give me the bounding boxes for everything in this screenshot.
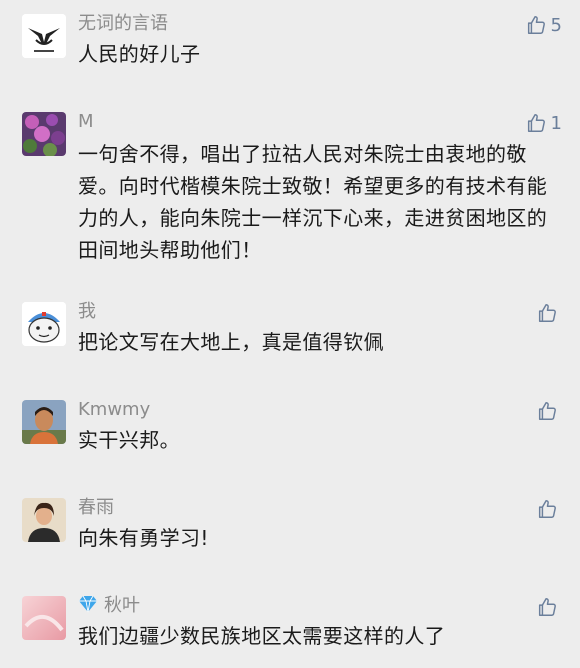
comment-text: 把论文写在大地上，真是值得钦佩 bbox=[78, 330, 384, 354]
like-button[interactable] bbox=[536, 594, 562, 620]
comment-text: 实干兴邦。 bbox=[78, 428, 180, 452]
thumbs-up-icon bbox=[538, 500, 556, 518]
commenter-name[interactable]: 我 bbox=[78, 300, 96, 324]
thumbs-up-icon bbox=[538, 598, 556, 616]
comment-text: 向朱有勇学习! bbox=[78, 526, 209, 550]
avatar[interactable] bbox=[22, 596, 66, 640]
diamond-icon bbox=[79, 595, 97, 613]
commenter-name[interactable]: 秋叶 bbox=[78, 594, 140, 618]
like-count: 1 bbox=[550, 112, 562, 134]
avatar[interactable] bbox=[22, 14, 66, 58]
avatar[interactable] bbox=[22, 400, 66, 444]
thumbs-up-icon bbox=[538, 402, 556, 420]
comment-text: 一句舍不得，唱出了拉祜人民对朱院士由衷地的敬爱。向时代楷模朱院士致敬！希望更多的… bbox=[78, 142, 548, 262]
thumbs-up-icon bbox=[527, 114, 545, 132]
commenter-name[interactable]: Kmwmy bbox=[78, 398, 150, 422]
like-button[interactable]: 1 bbox=[525, 110, 562, 136]
avatar[interactable] bbox=[22, 498, 66, 542]
avatar[interactable] bbox=[22, 112, 66, 156]
thumbs-up-icon bbox=[538, 304, 556, 322]
comment-text: 我们边疆少数民族地区太需要这样的人了 bbox=[78, 624, 446, 648]
commenter-name[interactable]: 无词的言语 bbox=[78, 12, 168, 36]
commenter-name-text: 秋叶 bbox=[104, 595, 140, 616]
like-button[interactable]: 5 bbox=[525, 12, 562, 38]
like-count: 5 bbox=[550, 14, 562, 36]
comment-text: 人民的好儿子 bbox=[78, 42, 201, 66]
like-button[interactable] bbox=[536, 398, 562, 424]
avatar[interactable] bbox=[22, 302, 66, 346]
commenter-name[interactable]: M bbox=[78, 110, 94, 134]
thumbs-up-icon bbox=[527, 16, 545, 34]
commenter-name[interactable]: 春雨 bbox=[78, 496, 114, 520]
like-button[interactable] bbox=[536, 496, 562, 522]
like-button[interactable] bbox=[536, 300, 562, 326]
